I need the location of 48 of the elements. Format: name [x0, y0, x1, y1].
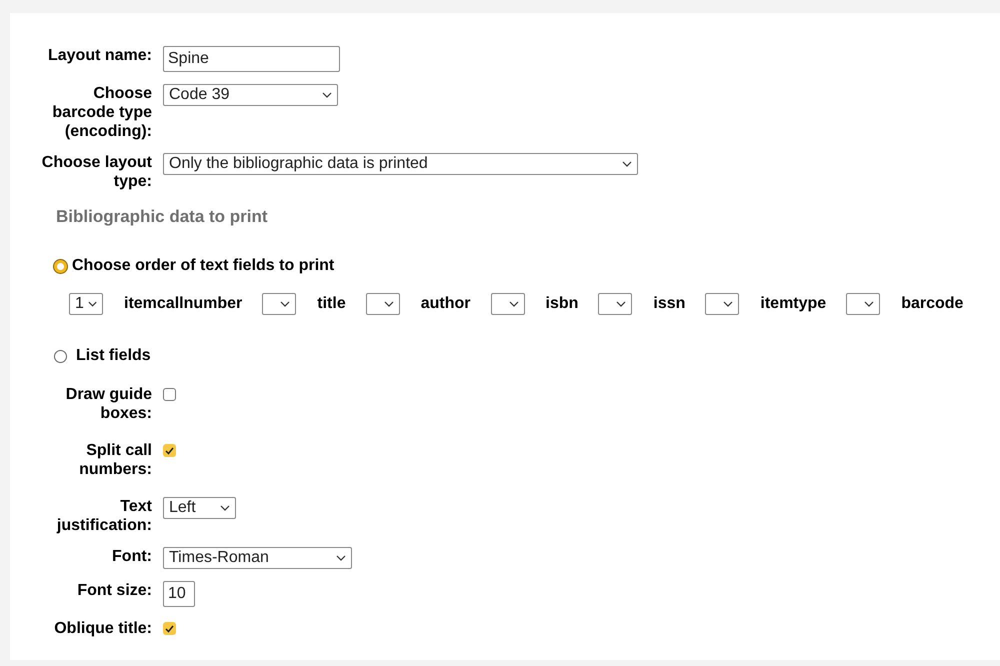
caret-icon: [723, 301, 734, 307]
radio-button[interactable]: [54, 350, 67, 362]
caret-icon: [280, 301, 290, 307]
select-dropdown[interactable]: Times-Roman: [163, 547, 352, 569]
radio-label: List fields: [76, 347, 151, 365]
order-select[interactable]: [598, 293, 632, 315]
field-name: itemcallnumber: [124, 295, 242, 313]
select-dropdown[interactable]: Only the bibliographic data is printed: [163, 153, 638, 175]
text-input[interactable]: Spine: [163, 46, 340, 72]
field-label: Text justification:: [56, 497, 152, 535]
field-name: issn: [653, 295, 686, 313]
caret-icon: [336, 555, 346, 561]
field-name: barcode: [901, 295, 964, 313]
field-name: itemtype: [760, 295, 826, 313]
field-label: Draw guide boxes:: [64, 385, 152, 423]
field-name: title: [317, 295, 346, 313]
caret-icon: [508, 301, 518, 307]
select-dropdown[interactable]: Left: [163, 497, 236, 519]
field-name: author: [420, 295, 470, 313]
field-label: Oblique title:: [53, 619, 152, 638]
caret-icon: [322, 92, 332, 98]
field-label: Layout name:: [46, 46, 152, 65]
order-select[interactable]: 1: [69, 293, 103, 315]
caret-icon: [220, 505, 230, 511]
checkbox[interactable]: [163, 622, 176, 635]
caret-icon: [864, 301, 874, 307]
radio-button[interactable]: [54, 260, 67, 272]
caret-icon: [88, 301, 97, 307]
field-label: Choose layout type:: [40, 153, 152, 191]
text-input[interactable]: 10: [163, 581, 195, 607]
caret-icon: [616, 301, 626, 307]
caret-icon: [384, 301, 394, 307]
order-select[interactable]: [366, 293, 400, 315]
radio-label: Choose order of text fields to print: [72, 257, 334, 275]
checkbox[interactable]: [163, 444, 176, 457]
field-label: Split call numbers:: [78, 441, 152, 479]
section-heading: Bibliographic data to print: [56, 207, 269, 227]
field-label: Font size:: [76, 581, 152, 600]
caret-icon: [622, 161, 632, 167]
field-label: Choose barcode type (encoding):: [51, 84, 152, 141]
checkbox[interactable]: [163, 388, 176, 401]
order-select[interactable]: [846, 293, 880, 315]
select-dropdown[interactable]: Code 39: [163, 84, 338, 106]
order-select[interactable]: [705, 293, 740, 315]
order-select[interactable]: [490, 293, 524, 315]
field-label: Font:: [111, 547, 152, 566]
field-name: isbn: [546, 295, 578, 313]
order-select[interactable]: [262, 293, 296, 315]
